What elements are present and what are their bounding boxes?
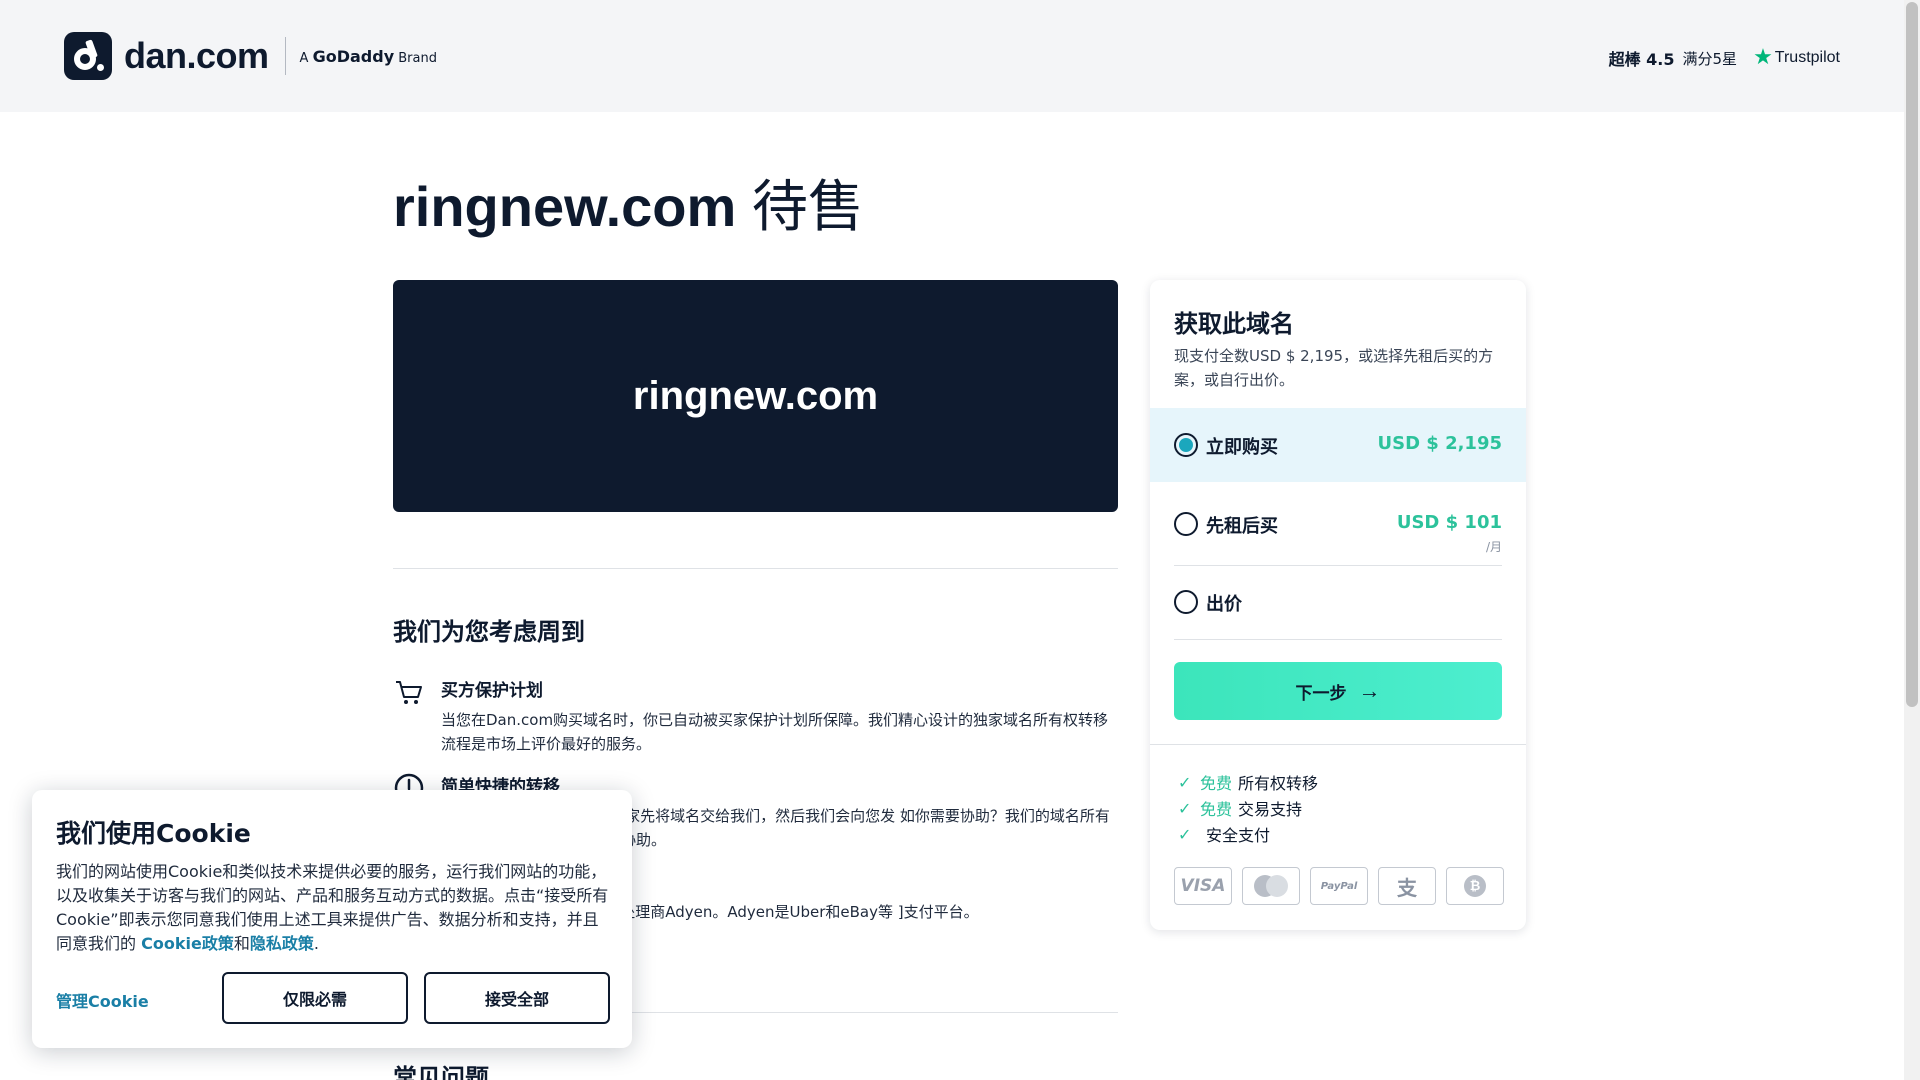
check-icon: ✓ xyxy=(1178,824,1192,844)
option-label: 先租后买 xyxy=(1206,516,1278,537)
page-title: ringnew.com 待售 xyxy=(393,175,864,238)
option-label: 出价 xyxy=(1206,594,1242,615)
logo-separator xyxy=(284,37,286,75)
cookie-banner: 我们使用Cookie 我们的网站使用Cookie和类似技术来提供必要的服务，运行… xyxy=(32,790,632,1048)
perk-item: ✓ 安全支付 xyxy=(1178,824,1271,846)
alipay-icon: 支 xyxy=(1378,867,1436,905)
card-divider xyxy=(1150,744,1526,745)
logo-text: dan.com xyxy=(124,35,269,76)
arrow-right-icon: → xyxy=(1358,678,1381,703)
trustpilot-star-icon: ★ xyxy=(1753,45,1773,70)
cookie-title: 我们使用Cookie xyxy=(56,819,251,848)
option-lease-to-own[interactable]: 先租后买 USD $ 101 /月 xyxy=(1150,482,1526,566)
rating-out-of: 满分5星 xyxy=(1682,49,1738,68)
page-scrollbar[interactable] xyxy=(1904,0,1920,1080)
perk-item: ✓ 免费 所有权转移 xyxy=(1178,772,1319,794)
trustpilot-label: Trustpilot xyxy=(1774,49,1840,66)
cart-icon xyxy=(396,681,422,704)
option-make-offer[interactable]: 出价 xyxy=(1150,566,1526,640)
card-description: 现支付全数USD $ 2,195，或选择先租后买的方案，或自行出价。 xyxy=(1174,347,1494,389)
domain-banner: ringnew.com xyxy=(393,280,1118,512)
trustpilot-rating[interactable]: 超棒 4.5 满分5星 ★ Trustpilot xyxy=(1609,46,1840,70)
site-header: dan.com A GoDaddy Brand 超棒 4.5 满分5星 ★ Tr… xyxy=(0,0,1904,112)
option-unit: /月 xyxy=(1485,540,1502,554)
payment-methods: VISA PayPal 支 ₿ xyxy=(1174,867,1504,905)
purchase-card: 获取此域名 现支付全数USD $ 2,195，或选择先租后买的方案，或自行出价。… xyxy=(1150,280,1526,930)
dan-logo[interactable]: dan.com A GoDaddy Brand xyxy=(64,32,437,80)
perk-item: ✓ 免费 交易支持 xyxy=(1178,798,1303,820)
mastercard-icon xyxy=(1242,867,1300,905)
scrollbar-thumb[interactable] xyxy=(1906,2,1918,707)
next-label: 下一步 xyxy=(1295,683,1347,703)
paypal-icon: PayPal xyxy=(1310,867,1368,905)
radio-make-offer[interactable] xyxy=(1174,590,1198,614)
option-buy-now[interactable]: 立即购买 USD $ 2,195 xyxy=(1150,408,1526,482)
option-price: USD $ 101 xyxy=(1396,512,1502,533)
brand-tagline: A GoDaddy Brand xyxy=(299,46,437,66)
next-button[interactable]: 下一步 → xyxy=(1174,662,1502,720)
option-label: 立即购买 xyxy=(1206,437,1278,458)
feature-text-protection: 当您在Dan.com购买域名时，你已自动被买家保护计划所保障。我们精心设计的独家… xyxy=(441,711,1109,753)
radio-lease-to-own[interactable] xyxy=(1174,512,1198,536)
banner-domain: ringnew.com xyxy=(632,373,879,418)
accept-all-button[interactable]: 接受全部 xyxy=(424,972,610,1024)
section-divider xyxy=(393,568,1118,569)
option-price: USD $ 2,195 xyxy=(1377,433,1502,454)
faq-title: 常见问题 xyxy=(393,1064,489,1080)
dan-logo-icon xyxy=(64,32,112,80)
cookie-policy-link[interactable]: Cookie政策 xyxy=(141,934,234,953)
cookie-text: 我们的网站使用Cookie和类似技术来提供必要的服务，运行我们网站的功能，以及收… xyxy=(56,862,609,953)
radio-buy-now[interactable] xyxy=(1174,433,1198,457)
manage-cookies-link[interactable]: 管理Cookie xyxy=(56,988,149,1012)
bitcoin-icon: ₿ xyxy=(1446,867,1504,905)
option-divider xyxy=(1174,639,1502,640)
rating-text: 超棒 4.5 xyxy=(1608,50,1675,69)
visa-icon: VISA xyxy=(1174,867,1232,905)
card-title: 获取此域名 xyxy=(1174,310,1294,338)
feature-title-protection: 买方保护计划 xyxy=(441,681,543,701)
privacy-policy-link[interactable]: 隐私政策 xyxy=(250,934,314,953)
features-title: 我们为您考虑周到 xyxy=(393,618,585,646)
necessary-only-button[interactable]: 仅限必需 xyxy=(222,972,408,1024)
check-icon: ✓ xyxy=(1178,798,1192,818)
check-icon: ✓ xyxy=(1178,772,1192,792)
